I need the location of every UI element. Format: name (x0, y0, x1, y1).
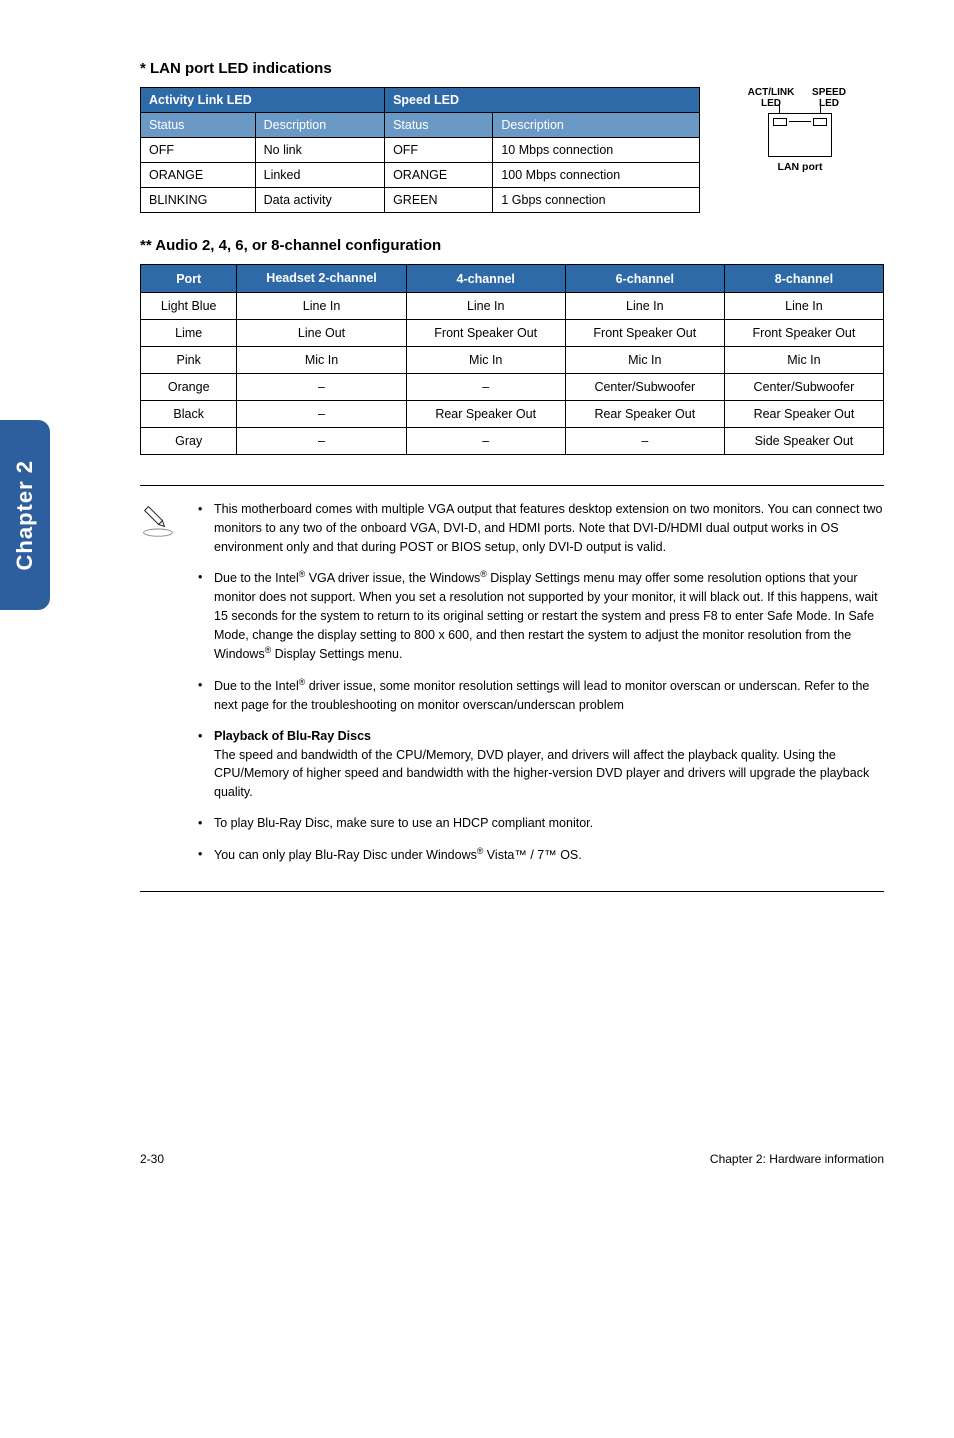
chapter-side-tab: Chapter 2 (0, 420, 50, 610)
audio-cell: – (406, 374, 565, 401)
side-tab-label: Chapter 2 (12, 460, 38, 570)
list-item: Playback of Blu-Ray DiscsThe speed and b… (192, 727, 884, 802)
note-block: This motherboard comes with multiple VGA… (140, 485, 884, 892)
table-row: ORANGE Linked ORANGE 100 Mbps connection (141, 163, 700, 188)
audio-cell: Line In (237, 293, 406, 320)
list-item: Due to the Intel® driver issue, some mon… (192, 676, 884, 715)
audio-cell: Orange (141, 374, 237, 401)
lan-row: Activity Link LED Speed LED Status Descr… (140, 87, 884, 213)
lan-led-table: Activity Link LED Speed LED Status Descr… (140, 87, 700, 213)
lan-cell: OFF (141, 138, 256, 163)
audio-cell: Line In (724, 293, 883, 320)
lan-group-header: Activity Link LED (141, 88, 385, 113)
lan-port-icon (768, 113, 832, 157)
lan-cell: 10 Mbps connection (493, 138, 700, 163)
lan-cell: BLINKING (141, 188, 256, 213)
audio-cell: – (237, 374, 406, 401)
speed-led-label: SPEED LED (804, 87, 854, 109)
lan-cell: OFF (385, 138, 493, 163)
audio-cell: Center/Subwoofer (565, 374, 724, 401)
audio-cell: Line Out (237, 320, 406, 347)
audio-header: 4-channel (406, 265, 565, 293)
note-pencil-icon (140, 500, 192, 541)
lan-cell: ORANGE (141, 163, 256, 188)
audio-header: Headset 2-channel (237, 265, 406, 293)
lan-sub-header: Status (141, 113, 256, 138)
audio-cell: Front Speaker Out (724, 320, 883, 347)
table-row: Light Blue Line In Line In Line In Line … (141, 293, 884, 320)
table-row: Orange – – Center/Subwoofer Center/Subwo… (141, 374, 884, 401)
lan-cell: 100 Mbps connection (493, 163, 700, 188)
audio-cell: Light Blue (141, 293, 237, 320)
list-item: Due to the Intel® VGA driver issue, the … (192, 568, 884, 664)
act-link-led-label: ACT/LINK LED (746, 87, 796, 109)
audio-cell: Black (141, 401, 237, 428)
audio-cell: Mic In (406, 347, 565, 374)
table-row: Port Headset 2-channel 4-channel 6-chann… (141, 265, 884, 293)
page-footer: 2-30 Chapter 2: Hardware information (0, 892, 954, 1196)
audio-cell: Mic In (237, 347, 406, 374)
audio-cell: – (406, 428, 565, 455)
lan-cell: ORANGE (385, 163, 493, 188)
table-row: Lime Line Out Front Speaker Out Front Sp… (141, 320, 884, 347)
lan-sub-header: Status (385, 113, 493, 138)
audio-cell: – (565, 428, 724, 455)
audio-cell: – (237, 428, 406, 455)
note-body: This motherboard comes with multiple VGA… (192, 500, 884, 877)
lan-sub-header: Description (255, 113, 384, 138)
audio-cell: Side Speaker Out (724, 428, 883, 455)
audio-cell: Pink (141, 347, 237, 374)
audio-cell: Front Speaker Out (406, 320, 565, 347)
audio-cell: Rear Speaker Out (724, 401, 883, 428)
table-row: Activity Link LED Speed LED (141, 88, 700, 113)
audio-section-title: ** Audio 2, 4, 6, or 8-channel configura… (140, 237, 884, 254)
table-row: Gray – – – Side Speaker Out (141, 428, 884, 455)
lan-group-header: Speed LED (385, 88, 700, 113)
page-content: * LAN port LED indications Activity Link… (0, 0, 954, 892)
lan-section-title: * LAN port LED indications (140, 60, 884, 77)
page-number: 2-30 (140, 1152, 164, 1166)
lan-port-led-labels: ACT/LINK LED SPEED LED (740, 87, 860, 109)
footer-chapter: Chapter 2: Hardware information (710, 1152, 884, 1166)
audio-header: 8-channel (724, 265, 883, 293)
lan-port-caption: LAN port (740, 161, 860, 173)
audio-cell: Line In (406, 293, 565, 320)
audio-cell: Mic In (724, 347, 883, 374)
lan-port-diagram: ACT/LINK LED SPEED LED LAN port (740, 87, 860, 173)
list-item: This motherboard comes with multiple VGA… (192, 500, 884, 556)
audio-cell: Front Speaker Out (565, 320, 724, 347)
list-item: To play Blu-Ray Disc, make sure to use a… (192, 814, 884, 833)
lan-cell: GREEN (385, 188, 493, 213)
audio-header: 6-channel (565, 265, 724, 293)
lan-cell: Data activity (255, 188, 384, 213)
audio-cell: Gray (141, 428, 237, 455)
table-row: Pink Mic In Mic In Mic In Mic In (141, 347, 884, 374)
table-row: Black – Rear Speaker Out Rear Speaker Ou… (141, 401, 884, 428)
audio-cell: Rear Speaker Out (565, 401, 724, 428)
audio-config-table: Port Headset 2-channel 4-channel 6-chann… (140, 264, 884, 455)
audio-cell: Line In (565, 293, 724, 320)
audio-cell: Mic In (565, 347, 724, 374)
list-item: You can only play Blu-Ray Disc under Win… (192, 845, 884, 865)
audio-cell: Lime (141, 320, 237, 347)
table-row: BLINKING Data activity GREEN 1 Gbps conn… (141, 188, 700, 213)
lan-cell: No link (255, 138, 384, 163)
table-row: Status Description Status Description (141, 113, 700, 138)
audio-cell: Rear Speaker Out (406, 401, 565, 428)
audio-cell: – (237, 401, 406, 428)
audio-header: Port (141, 265, 237, 293)
lan-cell: 1 Gbps connection (493, 188, 700, 213)
audio-cell: Center/Subwoofer (724, 374, 883, 401)
lan-cell: Linked (255, 163, 384, 188)
table-row: OFF No link OFF 10 Mbps connection (141, 138, 700, 163)
lan-sub-header: Description (493, 113, 700, 138)
